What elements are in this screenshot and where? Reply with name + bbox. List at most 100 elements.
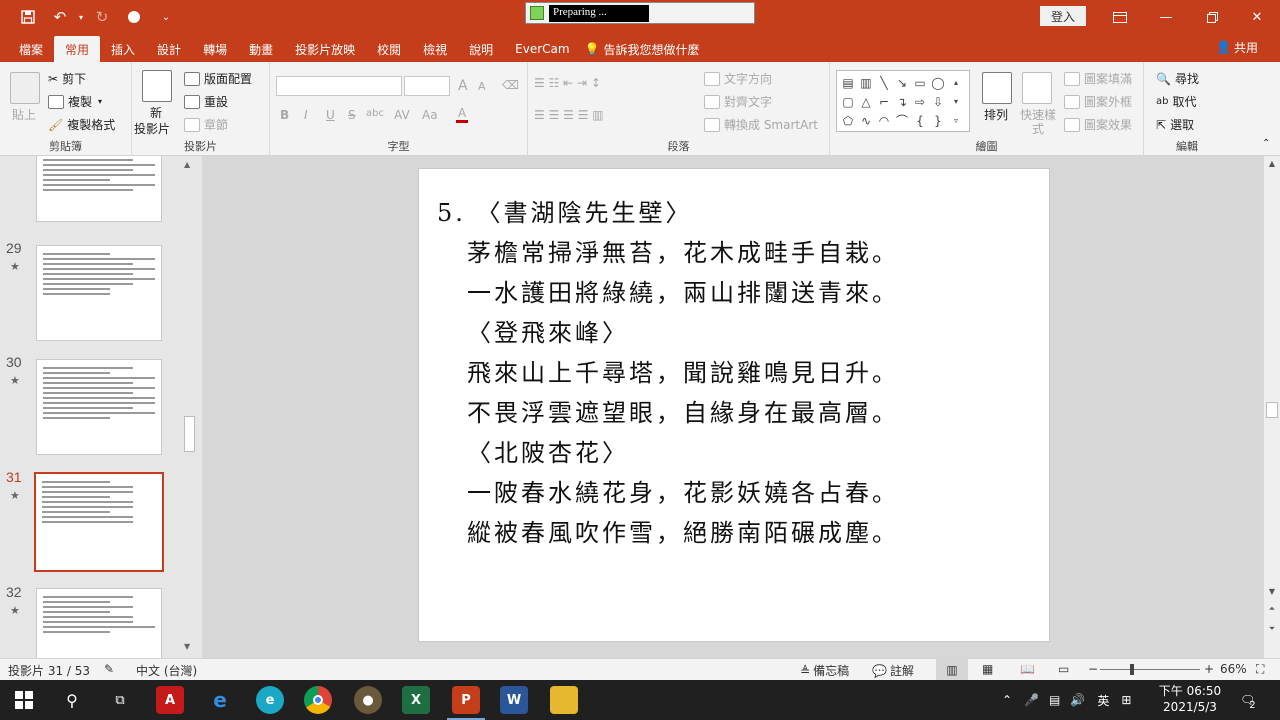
notification-center[interactable]: 🗨 2	[1240, 680, 1256, 720]
redo-icon[interactable]: ↻	[86, 0, 118, 34]
slide-thumbnail-29[interactable]	[36, 245, 162, 341]
slide-line-8[interactable]: 一陂春水繞花身，花影妖嬈各占春。	[467, 473, 899, 508]
paste-button[interactable]: 貼上	[12, 106, 36, 123]
prev-slide-icon[interactable]: ⏶	[1264, 602, 1280, 616]
customize-toolbar-icon[interactable]: ⌄	[150, 0, 182, 34]
record-icon[interactable]	[118, 0, 150, 34]
undo-icon[interactable]: ↶	[44, 0, 76, 34]
current-slide[interactable]: 5. 〈書湖陰先生壁〉 茅檐常掃淨無苔，花木成畦手自栽。 一水護田將綠繞，兩山排…	[418, 168, 1050, 642]
app-icon[interactable]: ●	[354, 686, 382, 714]
new-slide-icon[interactable]	[142, 70, 172, 102]
task-view-icon[interactable]: ⧉	[106, 686, 134, 714]
tab-animations[interactable]: 動畫	[238, 36, 284, 62]
change-case-button[interactable]: Aa	[422, 108, 438, 122]
tell-me-search[interactable]: 💡 告訴我您想做什麼	[585, 36, 700, 62]
down-arrow-shape-icon[interactable]: ⇩	[929, 92, 947, 111]
scroll-down-icon[interactable]: ▼	[1264, 584, 1280, 598]
shape-outline-button[interactable]: 圖案外框	[1064, 93, 1132, 110]
tab-evercam[interactable]: EverCam	[504, 36, 580, 62]
format-painter-button[interactable]: 🖌 複製格式	[48, 116, 115, 133]
font-shrink-button[interactable]: A	[478, 80, 486, 93]
signin-button[interactable]: 登入	[1040, 6, 1086, 26]
vertical-textbox-shape-icon[interactable]: ▥	[857, 73, 875, 92]
thumbnail-scroll-thumb[interactable]	[184, 416, 195, 452]
next-slide-icon[interactable]: ⏷	[1264, 622, 1280, 636]
curve-shape-icon[interactable]: ⌒	[893, 111, 911, 130]
reset-button[interactable]: 重設	[184, 93, 228, 110]
slide-line-1[interactable]: 5. 〈書湖陰先生壁〉	[437, 193, 693, 228]
right-brace-shape-icon[interactable]: }	[929, 111, 947, 130]
align-text-button[interactable]: 對齊文字	[704, 93, 772, 110]
fit-slide-icon[interactable]: ⛶	[1256, 662, 1264, 677]
restore-icon[interactable]	[1189, 0, 1235, 34]
ime-language[interactable]: 英	[1097, 692, 1109, 709]
slide-sorter-icon[interactable]: ▦	[982, 662, 993, 676]
shape-fill-button[interactable]: 圖案填滿	[1064, 70, 1132, 87]
thumbnail-scrollbar[interactable]: ▲ ▼	[182, 156, 196, 658]
tab-home[interactable]: 常用	[54, 36, 101, 62]
slide-thumbnail-30[interactable]	[36, 359, 162, 455]
slide-editor[interactable]: 5. 〈書湖陰先生壁〉 茅檐常掃淨無苔，花木成畦手自栽。 一水護田將綠繞，兩山排…	[202, 156, 1264, 658]
arrange-button[interactable]: 排列	[984, 106, 1008, 123]
slide-line-7[interactable]: 〈北陂杏花〉	[467, 433, 629, 468]
normal-view-icon[interactable]: ▥	[936, 659, 968, 681]
ime-icon[interactable]: ⊞	[1121, 693, 1131, 707]
gallery-up-icon[interactable]: ▴	[947, 73, 965, 92]
font-grow-button[interactable]: A	[458, 78, 468, 94]
gallery-more-icon[interactable]: ▿	[947, 111, 965, 130]
right-arrow-shape-icon[interactable]: ⇨	[911, 92, 929, 111]
bold-button[interactable]: B	[280, 108, 289, 122]
new-slide-label-1[interactable]: 新	[150, 104, 162, 121]
share-button[interactable]: 👤 共用	[1216, 34, 1258, 60]
copy-button[interactable]: 複製 ▾	[48, 93, 102, 110]
char-spacing-button[interactable]: AV	[394, 108, 410, 122]
slide-thumbnail-32[interactable]	[36, 588, 162, 658]
tab-transitions[interactable]: 轉場	[192, 36, 238, 62]
volume-icon[interactable]: 🔊	[1070, 693, 1085, 707]
chevron-down-icon[interactable]: ▾	[76, 0, 86, 34]
excel-icon[interactable]: X	[402, 686, 430, 714]
elbow-arrow-shape-icon[interactable]: ↴	[893, 92, 911, 111]
triangle-shape-icon[interactable]: △	[857, 92, 875, 111]
tab-view[interactable]: 檢視	[412, 36, 458, 62]
gallery-down-icon[interactable]: ▾	[947, 92, 965, 111]
reading-view-icon[interactable]: 📖	[1020, 662, 1035, 676]
ribbon-display-icon[interactable]	[1097, 0, 1143, 34]
zoom-in-button[interactable]: +	[1204, 662, 1214, 676]
acrobat-icon[interactable]: A	[156, 686, 184, 714]
select-button[interactable]: ⇱ 選取	[1156, 116, 1194, 133]
elbow-shape-icon[interactable]: ⌐	[875, 92, 893, 111]
bullets-icon[interactable]: ☰ ☷ ⇤ ⇥ ↕	[534, 76, 601, 90]
font-size-combo[interactable]	[404, 76, 450, 96]
section-button[interactable]: 章節	[184, 116, 228, 133]
scroll-up-icon[interactable]: ▲	[184, 160, 190, 169]
zoom-slider-track[interactable]	[1100, 669, 1200, 670]
comments-button[interactable]: 💬 註解	[872, 662, 914, 679]
rounded-rect-shape-icon[interactable]: ▢	[839, 92, 857, 111]
textbox-shape-icon[interactable]: ▤	[839, 73, 857, 92]
new-slide-label-2[interactable]: 投影片	[134, 120, 170, 137]
tab-slideshow[interactable]: 投影片放映	[284, 36, 366, 62]
slide-line-6[interactable]: 不畏浮雲遮望眼，自緣身在最高層。	[467, 393, 899, 428]
quick-styles-label-2[interactable]: 式	[1032, 120, 1044, 137]
paste-icon[interactable]	[10, 72, 40, 104]
left-brace-shape-icon[interactable]: {	[911, 111, 929, 130]
slide-line-2[interactable]: 茅檐常掃淨無苔，花木成畦手自栽。	[467, 233, 899, 268]
network-icon[interactable]: ▤	[1049, 693, 1060, 707]
chevron-up-icon[interactable]: ⌃	[1002, 693, 1012, 707]
align-icons[interactable]: ☰ ☰ ☰ ☰ ▥	[534, 108, 604, 122]
slideshow-view-icon[interactable]: ▭	[1058, 662, 1069, 676]
scribble-shape-icon[interactable]: ∿	[857, 111, 875, 130]
layout-button[interactable]: 版面配置	[184, 70, 252, 87]
scroll-up-icon[interactable]: ▲	[1264, 156, 1280, 170]
smartart-button[interactable]: 轉換成 SmartArt	[704, 116, 818, 133]
line-shape-icon[interactable]: ╲	[875, 73, 893, 92]
arc-shape-icon[interactable]: ◠	[875, 111, 893, 130]
tab-help[interactable]: 說明	[458, 36, 504, 62]
shadow-button[interactable]: abc	[366, 108, 384, 119]
slide-line-4[interactable]: 〈登飛來峰〉	[467, 313, 629, 348]
slide-line-5[interactable]: 飛來山上千尋塔，聞說雞鳴見日升。	[467, 353, 899, 388]
slide-thumbnail-pane[interactable]: 29 ★ 30 ★ 31 ★ 32 ★ ▲ ▼	[0, 156, 202, 658]
microphone-icon[interactable]: 🎤	[1024, 693, 1039, 707]
font-name-combo[interactable]	[276, 76, 402, 96]
